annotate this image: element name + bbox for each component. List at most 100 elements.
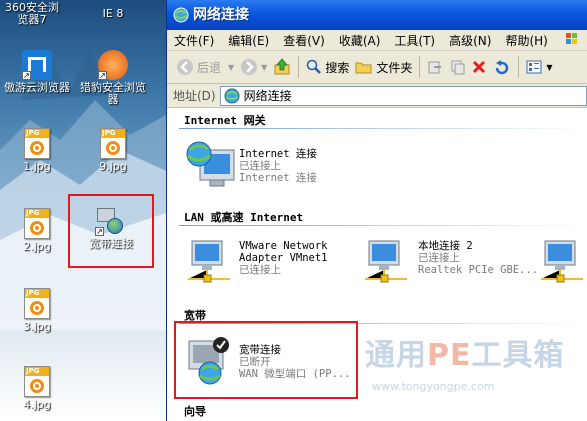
toolbar-separator bbox=[518, 56, 520, 78]
jpg-tag: JPG bbox=[25, 367, 49, 376]
desktop-icon-label: IE 8 bbox=[102, 7, 124, 20]
liebao-icon: ↗ bbox=[98, 50, 128, 80]
desktop-icon-label: 1.jpg bbox=[23, 160, 51, 173]
desktop-icon-maxthon[interactable]: ↗ 傲游云浏览器 bbox=[4, 50, 70, 94]
toolbar-separator bbox=[298, 56, 300, 78]
group-header-wizard: 向导 bbox=[184, 405, 206, 418]
connection-status: 已连接上 bbox=[239, 160, 281, 172]
forward-button[interactable]: ▼ bbox=[237, 54, 270, 81]
menu-view[interactable]: 查看(V) bbox=[276, 32, 332, 49]
watermark-url: www.tongyongpe.com bbox=[372, 380, 495, 393]
address-value: 网络连接 bbox=[243, 89, 292, 103]
group-divider bbox=[179, 128, 587, 129]
internet-gateway-icon bbox=[186, 141, 235, 187]
menu-favorites[interactable]: 收藏(A) bbox=[332, 32, 388, 49]
menu-edit[interactable]: 编辑(E) bbox=[221, 32, 276, 49]
windows-flag-icon bbox=[555, 31, 587, 50]
menu-advanced[interactable]: 高级(N) bbox=[442, 32, 498, 49]
delete-button[interactable] bbox=[468, 54, 490, 81]
up-folder-button[interactable] bbox=[270, 54, 294, 81]
connection-status: 已连接上 bbox=[239, 264, 281, 276]
desktop-icon-label: 傲游云浏览器 bbox=[4, 81, 70, 94]
desktop-icon-label: 4.jpg bbox=[23, 398, 51, 411]
menu-help[interactable]: 帮助(H) bbox=[498, 32, 554, 49]
up-folder-icon bbox=[274, 58, 290, 75]
window-titlebar[interactable]: 网络连接 bbox=[167, 0, 587, 30]
group-header-internet: Internet 网关 bbox=[184, 114, 266, 127]
desktop-icon-liebao[interactable]: ↗ 猎豹安全浏览器 bbox=[80, 50, 146, 106]
jpg-tag: JPG bbox=[25, 209, 49, 218]
desktop-file-1jpg[interactable]: JPG 1.jpg bbox=[4, 128, 70, 173]
desktop-icon-label: 猎豹安全浏览器 bbox=[80, 81, 146, 106]
desktop-file-2jpg[interactable]: JPG 2.jpg bbox=[4, 208, 70, 253]
undo-icon bbox=[496, 60, 509, 75]
views-button[interactable]: ▼ bbox=[523, 54, 555, 81]
lan-connection-icon bbox=[188, 240, 230, 283]
broadband-highlight-box bbox=[174, 321, 358, 399]
desktop-file-3jpg[interactable]: JPG 3.jpg bbox=[4, 288, 70, 333]
toolbar: 后退 ▼ ▼ 搜索 文件夹 ▼ bbox=[167, 51, 587, 84]
dropdown-arrow-icon: ▼ bbox=[261, 62, 268, 72]
desktop-icon-label: 9.jpg bbox=[99, 160, 127, 173]
desktop-icon-label: 360安全浏览器7 bbox=[5, 1, 59, 26]
menu-tools[interactable]: 工具(T) bbox=[387, 32, 442, 49]
watermark-text: 工具箱 bbox=[471, 338, 565, 373]
copy-to-button[interactable] bbox=[446, 54, 468, 81]
lan-connection-icon bbox=[541, 240, 583, 283]
folders-label: 文件夹 bbox=[376, 60, 413, 75]
jpg-tag: JPG bbox=[25, 289, 49, 298]
desktop-file-9jpg[interactable]: JPG 9.jpg bbox=[80, 128, 146, 173]
desktop-icon-360-browser[interactable]: 360安全浏览器7 bbox=[0, 2, 64, 26]
jpg-tag: JPG bbox=[101, 129, 125, 138]
desktop-icon-ie8[interactable]: IE 8 bbox=[80, 6, 146, 20]
desktop-icon-label: 2.jpg bbox=[23, 240, 51, 253]
network-globe-icon bbox=[173, 7, 189, 23]
dropdown-arrow-icon: ▼ bbox=[546, 62, 553, 72]
connection-device: Internet 连接 bbox=[239, 172, 317, 184]
jpg-tag: JPG bbox=[25, 129, 49, 138]
desktop-highlight-box bbox=[68, 194, 154, 268]
watermark-logo: 通用PE工具箱 bbox=[365, 330, 564, 374]
menu-file[interactable]: 文件(F) bbox=[167, 32, 221, 49]
network-globe-icon bbox=[224, 88, 240, 103]
jpg-file-icon: JPG bbox=[24, 208, 50, 239]
forward-arrow-icon bbox=[241, 59, 258, 75]
back-button[interactable]: 后退 ▼ bbox=[173, 54, 237, 81]
search-button[interactable]: 搜索 bbox=[303, 54, 352, 81]
connection-name-line2: Adapter VMnet1 bbox=[239, 252, 328, 264]
search-label: 搜索 bbox=[325, 60, 350, 75]
lan-connection-icon bbox=[365, 240, 407, 283]
watermark-text: 通用 bbox=[365, 338, 427, 373]
connection-name: Internet 连接 bbox=[239, 148, 317, 160]
address-bar: 地址(D) 网络连接 bbox=[167, 84, 587, 108]
group-divider bbox=[179, 225, 587, 226]
copy-to-icon bbox=[451, 60, 465, 75]
connection-name: 本地连接 2 bbox=[418, 240, 473, 252]
address-input[interactable]: 网络连接 bbox=[219, 85, 587, 106]
dropdown-arrow-icon: ▼ bbox=[228, 62, 235, 72]
connection-text: VMware Network Adapter VMnet1 已连接上 bbox=[239, 240, 328, 276]
address-label: 地址(D) bbox=[173, 89, 216, 103]
jpg-file-icon: JPG bbox=[24, 128, 50, 159]
connection-text: Internet 连接 已连接上 Internet 连接 bbox=[239, 148, 317, 184]
folder-icon bbox=[355, 62, 372, 74]
connection-status: 已连接上 bbox=[418, 252, 460, 264]
toolbar-separator bbox=[419, 56, 421, 78]
jpg-file-icon: JPG bbox=[24, 288, 50, 319]
desktop-file-4jpg[interactable]: JPG 4.jpg bbox=[4, 366, 70, 411]
jpg-file-icon: JPG bbox=[24, 366, 50, 397]
desktop-icon-label: 3.jpg bbox=[23, 320, 51, 333]
folders-button[interactable]: 文件夹 bbox=[352, 54, 415, 81]
back-label: 后退 bbox=[197, 60, 222, 75]
undo-button[interactable] bbox=[490, 54, 514, 81]
move-to-icon bbox=[428, 61, 442, 74]
group-header-lan: LAN 或高速 Internet bbox=[184, 211, 304, 224]
menu-bar: 文件(F) 编辑(E) 查看(V) 收藏(A) 工具(T) 高级(N) 帮助(H… bbox=[167, 30, 587, 51]
delete-x-icon bbox=[473, 60, 486, 74]
maxthon-icon: ↗ bbox=[22, 50, 52, 80]
watermark-pe: PE bbox=[427, 338, 472, 373]
jpg-file-icon: JPG bbox=[100, 128, 126, 159]
connection-device: Realtek PCIe GBE... bbox=[418, 264, 539, 276]
back-arrow-icon bbox=[177, 59, 193, 75]
move-to-button[interactable] bbox=[424, 54, 446, 81]
